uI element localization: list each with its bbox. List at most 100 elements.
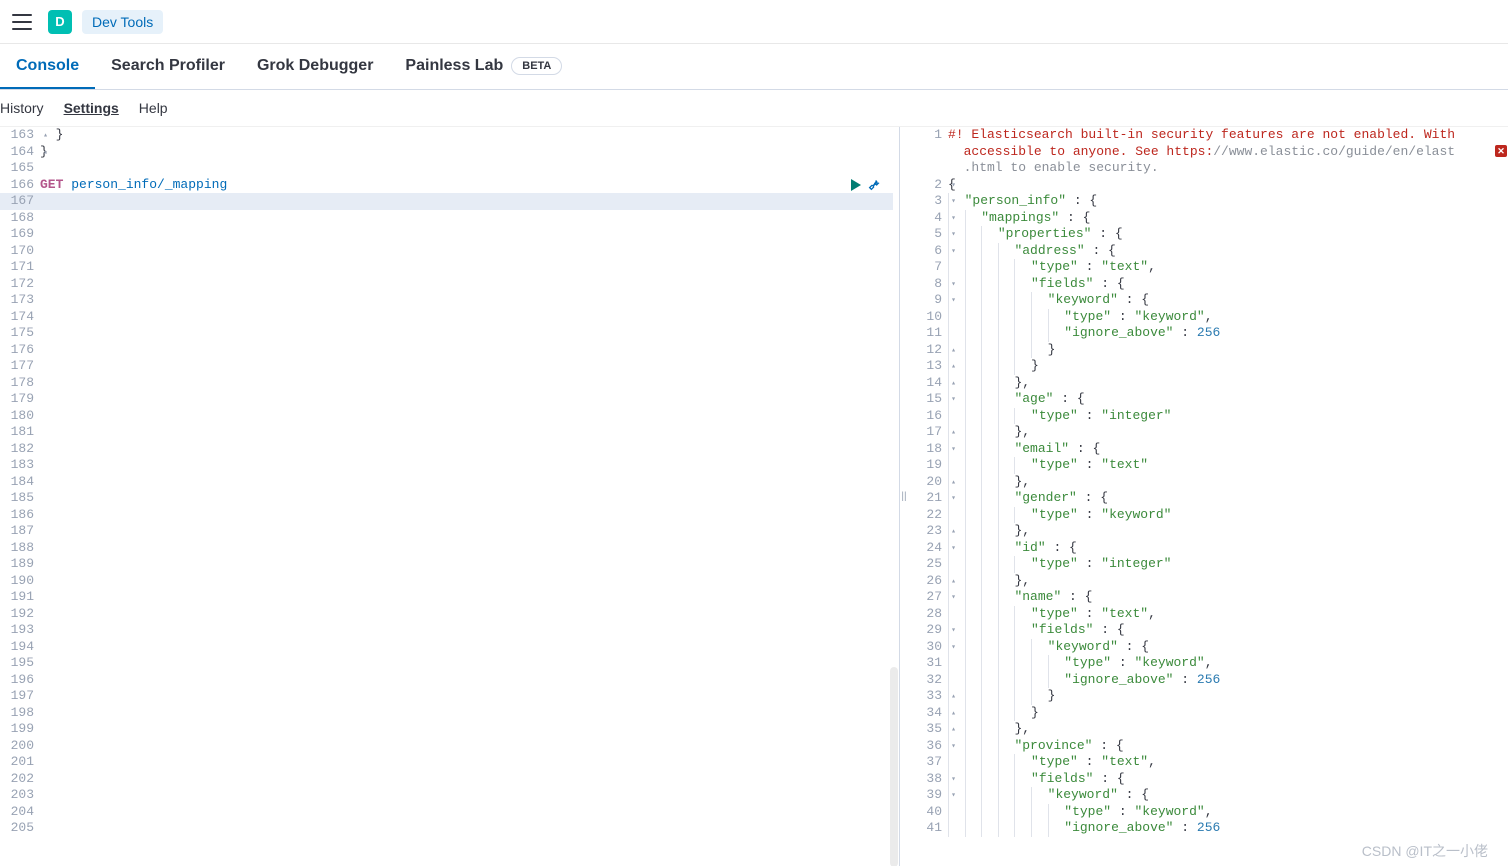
code-line[interactable]: 200	[0, 738, 893, 755]
code-line[interactable]: 16 "type" : "integer"	[908, 408, 1508, 425]
code-line[interactable]: 10 "type" : "keyword",	[908, 309, 1508, 326]
code-line[interactable]: 193	[0, 622, 893, 639]
code-line[interactable]: 23▴ },	[908, 523, 1508, 540]
code-line[interactable]: 7 "type" : "text",	[908, 259, 1508, 276]
code-line[interactable]: 181	[0, 424, 893, 441]
code-line[interactable]: 177	[0, 358, 893, 375]
code-line[interactable]: 13▴ }	[908, 358, 1508, 375]
code-line[interactable]: 24▾ "id" : {	[908, 540, 1508, 557]
code-line[interactable]: 180	[0, 408, 893, 425]
code-line[interactable]: 196	[0, 672, 893, 689]
code-line[interactable]: 186	[0, 507, 893, 524]
code-line[interactable]: 2▾{	[908, 177, 1508, 194]
code-line[interactable]: 168	[0, 210, 893, 227]
code-line[interactable]: 39▾ "keyword" : {	[908, 787, 1508, 804]
code-line[interactable]: 25 "type" : "integer"	[908, 556, 1508, 573]
code-line[interactable]: 184	[0, 474, 893, 491]
wrench-icon[interactable]	[867, 178, 881, 192]
code-line[interactable]: 6▾ "address" : {	[908, 243, 1508, 260]
code-line[interactable]: 21▾ "gender" : {	[908, 490, 1508, 507]
code-line[interactable]: 169	[0, 226, 893, 243]
code-line[interactable]: 3▾ "person_info" : {	[908, 193, 1508, 210]
code-line[interactable]: 22 "type" : "keyword"	[908, 507, 1508, 524]
code-line[interactable]: 4▾ "mappings" : {	[908, 210, 1508, 227]
code-line[interactable]: 173	[0, 292, 893, 309]
code-line[interactable]: 170	[0, 243, 893, 260]
code-line[interactable]: 163▴ }	[0, 127, 893, 144]
tab-console[interactable]: Console	[0, 44, 95, 89]
code-line[interactable]: 198	[0, 705, 893, 722]
pane-resizer[interactable]: ||	[900, 127, 908, 866]
app-badge[interactable]: D	[48, 10, 72, 34]
request-editor[interactable]: 163▴ }164▴}165166GET person_info/_mappin…	[0, 127, 900, 866]
code-line[interactable]: 166GET person_info/_mapping	[0, 177, 893, 194]
code-line[interactable]: 35▴ },	[908, 721, 1508, 738]
code-line[interactable]: 30▾ "keyword" : {	[908, 639, 1508, 656]
code-line[interactable]: 19 "type" : "text"	[908, 457, 1508, 474]
code-line[interactable]: 194	[0, 639, 893, 656]
code-line[interactable]: 199	[0, 721, 893, 738]
code-line[interactable]: 38▾ "fields" : {	[908, 771, 1508, 788]
code-line[interactable]: 14▴ },	[908, 375, 1508, 392]
code-line[interactable]: 34▴ }	[908, 705, 1508, 722]
code-line[interactable]: 174	[0, 309, 893, 326]
code-line[interactable]: 29▾ "fields" : {	[908, 622, 1508, 639]
code-line[interactable]: 178	[0, 375, 893, 392]
code-line[interactable]: 18▾ "email" : {	[908, 441, 1508, 458]
code-line[interactable]: 197	[0, 688, 893, 705]
code-line[interactable]: 1#! Elasticsearch built-in security feat…	[908, 127, 1508, 144]
tab-grok-debugger[interactable]: Grok Debugger	[241, 44, 389, 89]
subnav-help[interactable]: Help	[139, 100, 168, 116]
code-line[interactable]: 164▴}	[0, 144, 893, 161]
code-line[interactable]: 20▴ },	[908, 474, 1508, 491]
code-line[interactable]: 9▾ "keyword" : {	[908, 292, 1508, 309]
code-line[interactable]: 15▾ "age" : {	[908, 391, 1508, 408]
code-line[interactable]: 26▴ },	[908, 573, 1508, 590]
code-line[interactable]: 190	[0, 573, 893, 590]
code-line[interactable]: 40 "type" : "keyword",	[908, 804, 1508, 821]
code-line[interactable]: 175	[0, 325, 893, 342]
code-line[interactable]: 203	[0, 787, 893, 804]
hamburger-menu-icon[interactable]	[12, 14, 32, 30]
code-line[interactable]: 37 "type" : "text",	[908, 754, 1508, 771]
code-line[interactable]: 5▾ "properties" : {	[908, 226, 1508, 243]
subnav-settings[interactable]: Settings	[64, 100, 119, 116]
code-line[interactable]: 201	[0, 754, 893, 771]
code-line[interactable]: 17▴ },	[908, 424, 1508, 441]
code-line[interactable]: 191	[0, 589, 893, 606]
code-line[interactable]: 189	[0, 556, 893, 573]
code-line[interactable]: .html to enable security.	[908, 160, 1508, 177]
code-line[interactable]: 187	[0, 523, 893, 540]
code-line[interactable]: 32 "ignore_above" : 256	[908, 672, 1508, 689]
code-line[interactable]: 27▾ "name" : {	[908, 589, 1508, 606]
code-line[interactable]: 192	[0, 606, 893, 623]
tab-search-profiler[interactable]: Search Profiler	[95, 44, 241, 89]
code-line[interactable]: 36▾ "province" : {	[908, 738, 1508, 755]
code-line[interactable]: 12▴ }	[908, 342, 1508, 359]
subnav-history[interactable]: History	[0, 100, 44, 116]
code-line[interactable]: 179	[0, 391, 893, 408]
code-line[interactable]: 176	[0, 342, 893, 359]
code-line[interactable]: 8▾ "fields" : {	[908, 276, 1508, 293]
code-line[interactable]: 165	[0, 160, 893, 177]
play-icon[interactable]	[851, 179, 861, 191]
code-line[interactable]: 41 "ignore_above" : 256	[908, 820, 1508, 837]
breadcrumb[interactable]: Dev Tools	[82, 10, 163, 34]
code-line[interactable]: 172	[0, 276, 893, 293]
code-line[interactable]: 204	[0, 804, 893, 821]
code-line[interactable]: 188	[0, 540, 893, 557]
scrollbar-vertical[interactable]	[890, 667, 898, 866]
code-line[interactable]: 167	[0, 193, 893, 210]
code-line[interactable]: 28 "type" : "text",	[908, 606, 1508, 623]
code-line[interactable]: 31 "type" : "keyword",	[908, 655, 1508, 672]
code-line[interactable]: 183	[0, 457, 893, 474]
code-line[interactable]: 202	[0, 771, 893, 788]
code-line[interactable]: 11 "ignore_above" : 256	[908, 325, 1508, 342]
code-line[interactable]: 205	[0, 820, 893, 837]
code-line[interactable]: 185	[0, 490, 893, 507]
code-line[interactable]: 182	[0, 441, 893, 458]
tab-painless-lab[interactable]: Painless Lab BETA	[389, 44, 578, 89]
code-line[interactable]: accessible to anyone. See https://www.el…	[908, 144, 1508, 161]
code-line[interactable]: 195	[0, 655, 893, 672]
code-line[interactable]: 33▴ }	[908, 688, 1508, 705]
